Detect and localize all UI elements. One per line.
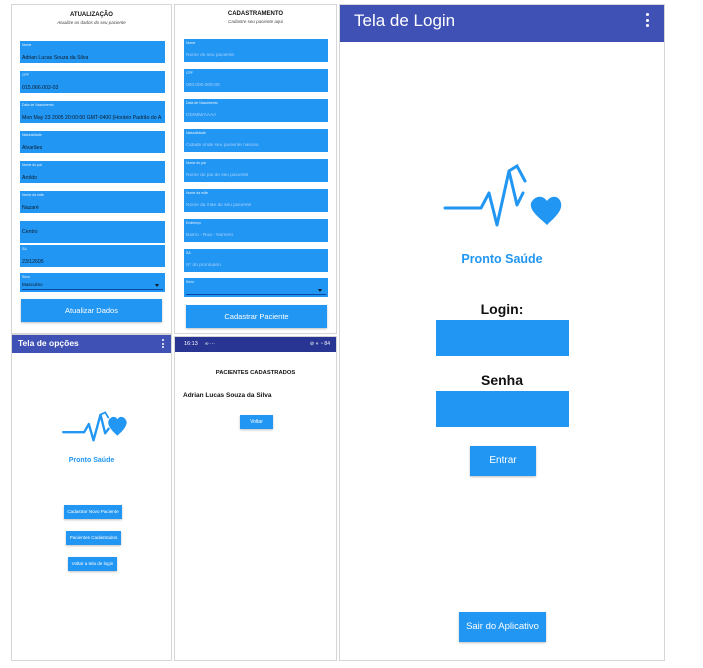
father-name-input-label: Nome do pai <box>186 161 206 165</box>
sa-field[interactable]: SA 23/12605 <box>20 245 165 267</box>
father-name-field-label: Nome do pai <box>22 163 42 167</box>
father-name-input[interactable]: Nome do pai Nome do pai do seu paciente <box>184 159 328 182</box>
sa-input[interactable]: SA Nº do prontuário <box>184 249 328 272</box>
opcoes-appbar-title: Tela de opções <box>18 338 79 348</box>
address-input[interactable]: Endereço Bairro - Rua - Número <box>184 219 328 242</box>
login-label: Login: <box>480 301 524 317</box>
sexo-select-cadastro-label: Sexo <box>186 280 194 284</box>
sa-field-label: SA <box>22 247 27 251</box>
address-input-label: Endereço <box>186 221 201 225</box>
birthdate-input[interactable]: Data de Nascimento DD/MM/AAAA <box>184 99 328 122</box>
registered-patients-button[interactable]: Pacientes Cadastrados <box>66 531 121 545</box>
select-underline <box>186 294 326 295</box>
login-logo-text: Pronto Saúde <box>461 252 543 266</box>
atualizacao-screen: ATUALIZAÇÃO Atualize os dados do seu pac… <box>11 4 172 334</box>
cadastramento-title: CADASTRAMENTO <box>227 11 284 17</box>
name-input-placeholder: Nome do seu paciente <box>186 53 234 58</box>
naturalidade-field-value: Alvarães <box>22 145 43 151</box>
name-input-label: Nome <box>186 41 196 45</box>
more-vert-icon[interactable] <box>645 13 649 27</box>
login-input[interactable] <box>436 320 569 356</box>
atualizacao-subtitle: Atualize os dados do seu paciente <box>57 20 126 25</box>
naturalidade-input[interactable]: Naturalidade Cidade onde seu paciente na… <box>184 129 328 152</box>
login-appbar: Tela de Login <box>340 5 664 42</box>
address-field-value: Centro <box>22 229 38 235</box>
name-field-value: Adrian Lucas Souza da Silva <box>22 55 89 61</box>
name-input[interactable]: Nome Nome do seu paciente <box>184 39 328 62</box>
pronto-saude-heartbeat-logo <box>62 411 127 442</box>
birthdate-field-label: Data de Nascimento <box>22 103 54 107</box>
update-data-button[interactable]: Atualizar Dados <box>21 299 162 322</box>
cpf-field-label: CPF <box>22 73 29 77</box>
mother-name-field-value: Nazaré <box>22 205 39 211</box>
senha-label: Senha <box>480 372 523 388</box>
sa-field-value: 23/12605 <box>22 259 44 265</box>
address-field[interactable]: Centro <box>20 221 165 243</box>
sexo-select-value: Masculino <box>22 282 43 287</box>
password-input[interactable] <box>436 391 569 427</box>
atualizacao-title: ATUALIZAÇÃO <box>70 12 113 18</box>
sexo-select-cadastro[interactable]: Sexo <box>184 278 328 297</box>
cpf-input-label: CPF <box>186 71 193 75</box>
more-vert-icon[interactable] <box>161 339 164 348</box>
back-to-login-button[interactable]: Voltar a tela de login <box>68 557 117 571</box>
cadastramento-subtitle: Cadastre seu paciente aqui <box>228 19 283 24</box>
cpf-field[interactable]: CPF 015.066.002-03 <box>20 71 165 93</box>
sexo-select[interactable]: Sexo Masculino <box>20 273 165 292</box>
naturalidade-input-label: Naturalidade <box>186 131 206 135</box>
pronto-saude-heartbeat-logo <box>443 163 562 227</box>
register-patient-button[interactable]: Cadastrar Paciente <box>186 305 327 328</box>
name-field-label: Nome <box>22 43 32 47</box>
enter-button[interactable]: Entrar <box>470 446 536 476</box>
mother-name-field[interactable]: Nome da mãe Nazaré <box>20 191 165 213</box>
sexo-select-label: Sexo <box>22 275 30 279</box>
address-input-placeholder: Bairro - Rua - Número <box>186 233 234 238</box>
exit-app-button[interactable]: Sair do Aplicativo <box>459 612 546 642</box>
naturalidade-field[interactable]: Naturalidade Alvarães <box>20 131 165 153</box>
sa-input-label: SA <box>186 251 191 255</box>
birthdate-field-value: Mon May 23 2005 20:00:00 GMT-0400 (Horár… <box>22 115 162 121</box>
opcoes-appbar: Tela de opções <box>12 335 171 353</box>
cadastramento-screen: CADASTRAMENTO Cadastre seu paciente aqui… <box>174 4 337 334</box>
back-button[interactable]: Voltar <box>240 415 273 429</box>
opcoes-screen: Tela de opções Pronto Saúde Cadastrar No… <box>11 334 172 661</box>
sa-input-placeholder: Nº do prontuário <box>186 263 221 268</box>
status-bar: 16:13 ∞ ··· ⊘ ⋄ ◔ 84 <box>175 337 336 352</box>
cpf-field-value: 015.066.002-03 <box>22 85 59 91</box>
chevron-down-icon <box>155 284 159 287</box>
father-name-field-value: Aroldo <box>22 175 37 181</box>
mother-name-input[interactable]: Nome da mãe Nome da mãe do seu paciente <box>184 189 328 212</box>
naturalidade-input-placeholder: Cidade onde seu paciente nasceu <box>186 143 259 148</box>
birthdate-field[interactable]: Data de Nascimento Mon May 23 2005 20:00… <box>20 101 165 123</box>
patient-list-item[interactable]: Adrian Lucas Souza da Silva <box>183 392 272 399</box>
opcoes-logo-text: Pronto Saúde <box>68 457 115 464</box>
birthdate-input-label: Data de Nascimento <box>186 101 218 105</box>
login-screen: Tela de Login Pronto Saúde Login: Senha … <box>339 4 665 661</box>
pacientes-screen: 16:13 ∞ ··· ⊘ ⋄ ◔ 84 PACIENTES CADASTRAD… <box>174 336 337 661</box>
new-patient-button[interactable]: Cadastrar Novo Paciente <box>64 505 122 519</box>
mother-name-field-label: Nome da mãe <box>22 193 44 197</box>
cpf-input[interactable]: CPF 000.000.000-00 <box>184 69 328 92</box>
pacientes-title: PACIENTES CADASTRADOS <box>215 370 296 376</box>
mother-name-input-label: Nome da mãe <box>186 191 208 195</box>
login-appbar-title: Tela de Login <box>354 11 456 30</box>
name-field[interactable]: Nome Adrian Lucas Souza da Silva <box>20 41 165 63</box>
father-name-input-placeholder: Nome do pai do seu paciente <box>186 173 249 178</box>
status-right-icons: ⊘ ⋄ ◔ 84 <box>309 341 330 347</box>
father-name-field[interactable]: Nome do pai Aroldo <box>20 161 165 183</box>
cpf-input-placeholder: 000.000.000-00 <box>186 83 220 88</box>
mother-name-input-placeholder: Nome da mãe do seu paciente <box>186 203 252 208</box>
status-time: 16:13 <box>184 341 198 347</box>
birthdate-input-placeholder: DD/MM/AAAA <box>186 113 217 118</box>
chevron-down-icon <box>318 289 322 292</box>
naturalidade-field-label: Naturalidade <box>22 133 42 137</box>
status-extra-icons: ∞ ··· <box>205 341 215 347</box>
select-underline <box>22 289 163 290</box>
